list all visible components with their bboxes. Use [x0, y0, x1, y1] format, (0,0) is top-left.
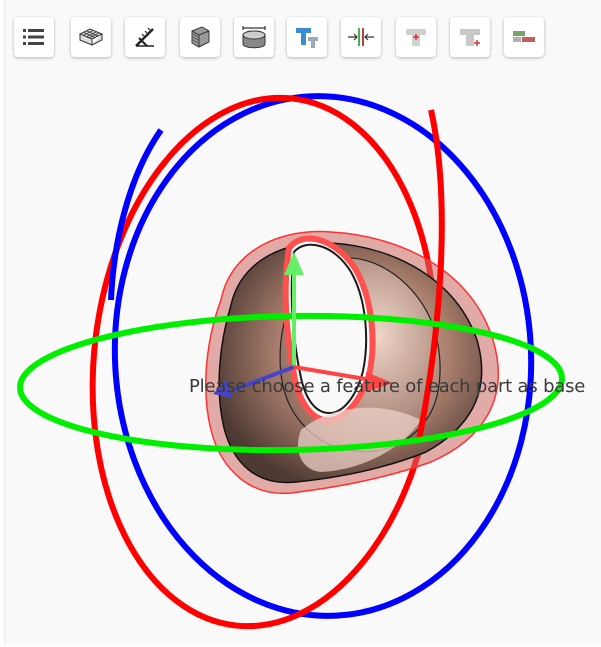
t-shape-blue-icon [296, 28, 318, 48]
measure-angle-button[interactable] [125, 17, 165, 57]
cylinder-measure-icon [242, 26, 266, 49]
offset-bars-icon [513, 31, 535, 42]
t-corner-button[interactable] [450, 17, 490, 57]
3d-scene[interactable] [5, 0, 601, 645]
wireframe-cube-icon [78, 28, 104, 46]
align-button[interactable] [341, 17, 381, 57]
3d-viewport[interactable]: Please choose a feature of each part as … [4, 0, 601, 645]
cylinder-measure-button[interactable] [234, 17, 274, 57]
t-shape-button[interactable] [287, 17, 327, 57]
t-point-button[interactable] [396, 17, 436, 57]
t-shape-corner-point-icon [460, 29, 480, 46]
list-icon [23, 29, 44, 45]
3d-part-model[interactable] [205, 230, 499, 495]
t-shape-red-point-icon [406, 29, 426, 46]
wireframe-button[interactable] [71, 17, 111, 57]
offset-button[interactable] [504, 17, 544, 57]
align-center-icon [348, 28, 374, 46]
status-message: Please choose a feature of each part as … [189, 376, 586, 397]
measure-angle-icon [135, 27, 154, 47]
section-button[interactable] [180, 17, 220, 57]
rotation-ring-blue-front[interactable] [108, 128, 164, 301]
list-button[interactable] [14, 17, 54, 57]
section-cube-icon [191, 26, 210, 48]
